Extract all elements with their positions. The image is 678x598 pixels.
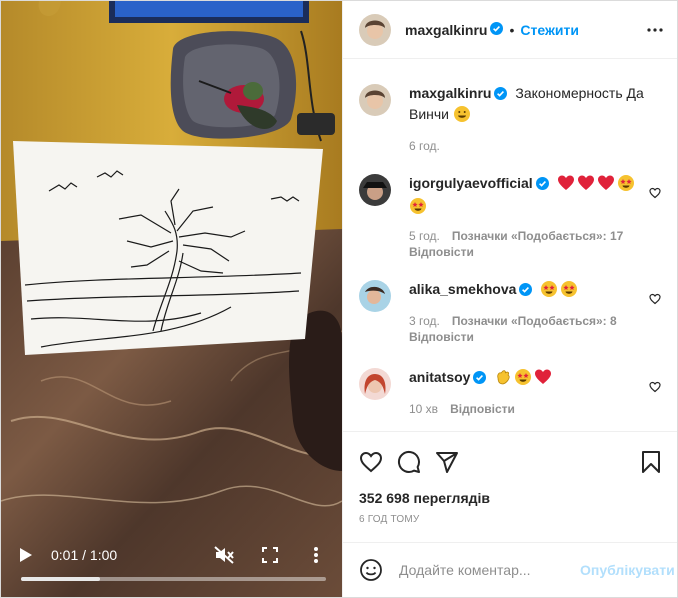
- post-caption: maxgalkinru Закономерность Да Винчи 6 го…: [359, 84, 665, 154]
- mute-icon[interactable]: [212, 543, 236, 567]
- video-progress-bar[interactable]: [21, 577, 326, 581]
- heart-emoji-icon: [597, 174, 615, 192]
- heart-emoji-icon: [534, 368, 552, 386]
- video-player[interactable]: 0:01 / 1:00: [1, 1, 342, 597]
- action-bar: [359, 448, 661, 476]
- comment-time: 3 год.: [409, 314, 440, 328]
- header-username[interactable]: maxgalkinru: [405, 22, 487, 38]
- post-header: maxgalkinru • Стежити: [343, 1, 677, 59]
- heart-emoji-icon: [557, 174, 575, 192]
- heart-icon[interactable]: [649, 380, 661, 396]
- verified-badge-icon: [490, 21, 504, 38]
- comment-likes[interactable]: Позначки «Подобається»: 17: [452, 229, 623, 243]
- star-struck-emoji-icon: [560, 280, 578, 298]
- comment-username[interactable]: igorgulyaevofficial: [409, 175, 533, 191]
- video-controls-row: 0:01 / 1:00: [15, 541, 328, 569]
- post-timestamp: 6 ГОД ТОМУ: [359, 514, 420, 525]
- share-icon[interactable]: [435, 450, 459, 474]
- comment-item: igorgulyaevofficial 5 год. Позначки «Подо…: [359, 174, 665, 260]
- caption-time: 6 год.: [409, 139, 440, 153]
- avatar[interactable]: [359, 84, 391, 116]
- comment-time: 10 хв: [409, 402, 439, 416]
- video-progress-fill: [21, 577, 101, 581]
- heart-emoji-icon: [577, 174, 595, 192]
- reply-button[interactable]: Відповісти: [409, 245, 474, 259]
- reply-button[interactable]: Відповісти: [409, 330, 474, 344]
- play-icon[interactable]: [15, 544, 37, 566]
- star-struck-emoji-icon: [514, 368, 532, 386]
- more-horizontal-icon[interactable]: [647, 27, 663, 32]
- avatar[interactable]: [359, 368, 391, 400]
- video-controls: 0:01 / 1:00: [1, 527, 342, 597]
- emoji-icon[interactable]: [359, 558, 383, 582]
- comment-item: anitatsoy 10 хв Відповісти: [359, 368, 665, 417]
- avatar[interactable]: [359, 13, 391, 46]
- video-time: 0:01 / 1:00: [51, 547, 118, 563]
- avatar[interactable]: [359, 280, 391, 312]
- comment-username[interactable]: anitatsoy: [409, 369, 470, 385]
- verified-badge-icon: [535, 176, 549, 195]
- post-comment-button[interactable]: Опублікувати: [580, 562, 675, 578]
- post-actions: 352 698 переглядів 6 ГОД ТОМУ: [343, 431, 677, 525]
- more-vertical-icon[interactable]: [304, 543, 328, 567]
- view-count[interactable]: 352 698 переглядів: [359, 490, 661, 506]
- caption-username[interactable]: maxgalkinru: [409, 85, 491, 101]
- comment-item: alika_smekhova 3 год. Позначки «Подобаєть…: [359, 280, 665, 345]
- grinning-face-icon: [453, 105, 471, 123]
- avatar[interactable]: [359, 174, 391, 206]
- video-frame: [1, 1, 342, 597]
- comment-composer: Опублікувати: [343, 542, 677, 597]
- follow-button[interactable]: Стежити: [520, 22, 579, 38]
- comment-icon[interactable]: [397, 450, 421, 474]
- reply-button[interactable]: Відповісти: [450, 402, 515, 416]
- comment-input[interactable]: [399, 562, 580, 578]
- star-struck-emoji-icon: [409, 197, 427, 215]
- heart-icon[interactable]: [649, 292, 661, 308]
- heart-icon[interactable]: [649, 186, 661, 202]
- star-struck-emoji-icon: [540, 280, 558, 298]
- verified-badge-icon: [519, 282, 533, 301]
- bookmark-icon[interactable]: [641, 450, 661, 474]
- verified-badge-icon: [494, 86, 508, 105]
- verified-badge-icon: [473, 370, 487, 389]
- comment-time: 5 год.: [409, 229, 440, 243]
- heart-icon[interactable]: [359, 450, 383, 474]
- comment-username[interactable]: alika_smekhova: [409, 281, 516, 297]
- fullscreen-icon[interactable]: [258, 543, 282, 567]
- comment-likes[interactable]: Позначки «Подобається»: 8: [452, 314, 617, 328]
- comments-list: maxgalkinru Закономерность Да Винчи 6 го…: [343, 60, 677, 430]
- post-side-panel: maxgalkinru • Стежити maxgalkinru Законо…: [342, 1, 677, 597]
- header-separator: •: [509, 21, 515, 38]
- star-struck-emoji-icon: [617, 174, 635, 192]
- clapping-hands-emoji-icon: [494, 368, 512, 386]
- post-dialog: 0:01 / 1:00 maxgalkinru • Стежити maxgal…: [0, 0, 678, 598]
